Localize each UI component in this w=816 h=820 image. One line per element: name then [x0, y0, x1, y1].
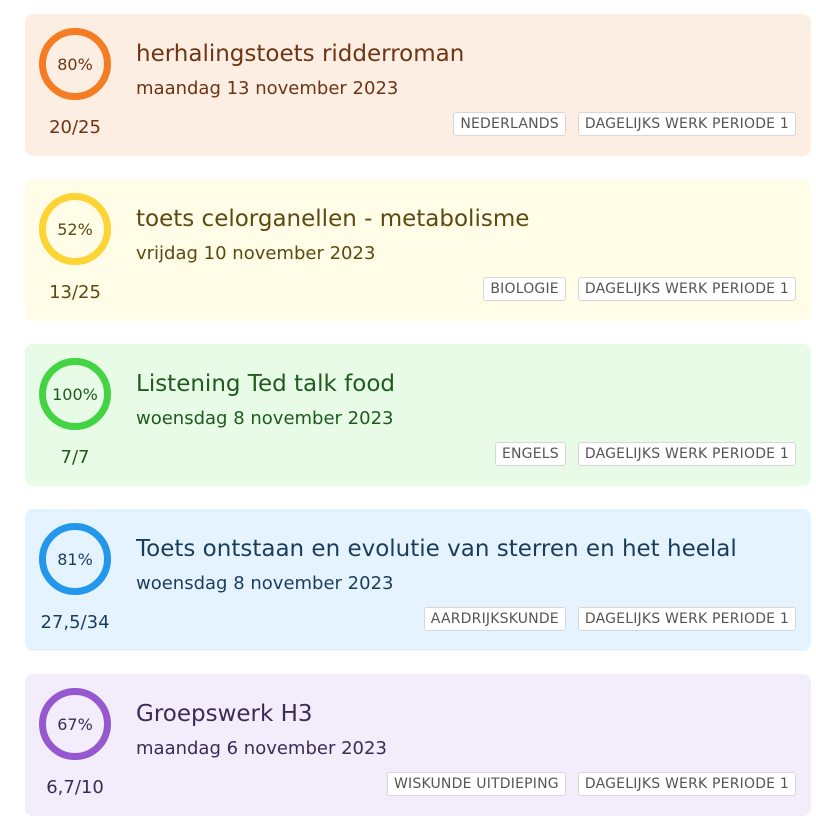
period-tag: DAGELIJKS WERK PERIODE 1 — [577, 772, 796, 796]
grade-card[interactable]: 52% 13/25 toets celorganellen - metaboli… — [25, 179, 811, 321]
percent-label: 80% — [39, 28, 111, 100]
percent-label: 67% — [39, 688, 111, 760]
percent-label: 100% — [39, 358, 111, 430]
grade-percentage-ring: 100% — [39, 358, 111, 430]
tag-list: BIOLOGIE DAGELIJKS WERK PERIODE 1 — [483, 277, 796, 301]
grade-percentage-ring: 81% — [39, 523, 111, 595]
assessment-title: Listening Ted talk food — [136, 371, 395, 397]
subject-tag: AARDRIJKSKUNDE — [423, 607, 566, 631]
assessment-date: maandag 13 november 2023 — [136, 78, 399, 99]
subject-tag: NEDERLANDS — [453, 112, 566, 136]
tag-list: ENGELS DAGELIJKS WERK PERIODE 1 — [494, 442, 796, 466]
tag-list: WISKUNDE UITDIEPING DAGELIJKS WERK PERIO… — [387, 772, 796, 796]
tag-list: AARDRIJKSKUNDE DAGELIJKS WERK PERIODE 1 — [423, 607, 796, 631]
grade-card[interactable]: 81% 27,5/34 Toets ontstaan en evolutie v… — [25, 509, 811, 651]
period-tag: DAGELIJKS WERK PERIODE 1 — [577, 277, 796, 301]
subject-tag: WISKUNDE UITDIEPING — [387, 772, 566, 796]
assessment-date: woensdag 8 november 2023 — [136, 408, 394, 429]
assessment-title: Groepswerk H3 — [136, 701, 313, 727]
assessment-date: maandag 6 november 2023 — [136, 738, 387, 759]
score-label: 13/25 — [49, 282, 101, 303]
assessment-title: toets celorganellen - metabolisme — [136, 206, 530, 232]
percent-label: 52% — [39, 193, 111, 265]
assessment-date: vrijdag 10 november 2023 — [136, 243, 376, 264]
subject-tag: BIOLOGIE — [483, 277, 566, 301]
grade-card[interactable]: 100% 7/7 Listening Ted talk food woensda… — [25, 344, 811, 486]
period-tag: DAGELIJKS WERK PERIODE 1 — [577, 442, 796, 466]
percent-label: 81% — [39, 523, 111, 595]
period-tag: DAGELIJKS WERK PERIODE 1 — [577, 607, 796, 631]
score-label: 27,5/34 — [40, 612, 110, 633]
grade-card[interactable]: 67% 6,7/10 Groepswerk H3 maandag 6 novem… — [25, 674, 811, 816]
score-label: 20/25 — [49, 117, 101, 138]
score-label: 7/7 — [60, 447, 90, 468]
grade-percentage-ring: 80% — [39, 28, 111, 100]
grade-percentage-ring: 67% — [39, 688, 111, 760]
assessment-title: herhalingstoets ridderroman — [136, 41, 465, 67]
grades-list: 80% 20/25 herhalingstoets ridderroman ma… — [0, 0, 816, 820]
period-tag: DAGELIJKS WERK PERIODE 1 — [577, 112, 796, 136]
subject-tag: ENGELS — [494, 442, 566, 466]
grade-card[interactable]: 80% 20/25 herhalingstoets ridderroman ma… — [25, 14, 811, 156]
score-label: 6,7/10 — [46, 777, 104, 798]
assessment-title: Toets ontstaan en evolutie van sterren e… — [136, 536, 737, 562]
grade-percentage-ring: 52% — [39, 193, 111, 265]
assessment-date: woensdag 8 november 2023 — [136, 573, 394, 594]
tag-list: NEDERLANDS DAGELIJKS WERK PERIODE 1 — [453, 112, 796, 136]
